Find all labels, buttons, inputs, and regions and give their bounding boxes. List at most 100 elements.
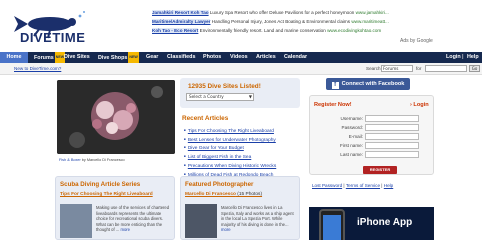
nav-home[interactable]: Home (0, 52, 28, 63)
search-for-label: for (416, 66, 422, 71)
facebook-icon: f (331, 82, 339, 89)
ad-description: Luxury Spa Resort who offer Deluxe Pavil… (208, 10, 355, 15)
nav-dive-shops[interactable]: Dive Shops NEW (98, 52, 139, 63)
featured-photographer-title: Featured Photographer (185, 181, 254, 188)
ad-description: Handling Personal Injury, Jones Act Boat… (210, 19, 351, 24)
login-link[interactable]: › Login (410, 102, 429, 108)
middle-column: 12935 Dive Sites Listed! Select a Countr… (180, 78, 300, 178)
nav-articles[interactable]: Articles (256, 52, 276, 63)
nav-dive-sites[interactable]: Dive Sites (64, 52, 90, 63)
username-row: Username: (310, 115, 435, 123)
featured-photographer-box: Featured Photographer Marcello Di France… (180, 176, 300, 240)
nav-videos[interactable]: Videos (230, 52, 248, 63)
photo-count: (15 Photos) (235, 192, 263, 197)
dive-sites-count-title: 12935 Dive Sites Listed! (188, 83, 261, 90)
ad-row[interactable]: Jamahkiri Resort Koh Tao Luxury Spa Reso… (152, 8, 432, 17)
photo-credit: by Marcello Di Francesco (80, 158, 125, 162)
nav-gear[interactable]: Gear (146, 52, 158, 63)
username-label: Username: (340, 116, 363, 121)
ad-url[interactable]: www.ecodivingkohtao.com (326, 28, 381, 33)
nav-label: Dive Shops (98, 55, 128, 61)
dive-sites-box: 12935 Dive Sites Listed! Select a Countr… (180, 78, 300, 108)
photographer-name-row: Marcello Di Francesco (15 Photos) (185, 192, 262, 197)
ad-url[interactable]: www.jamahkiri... (354, 10, 389, 15)
ad-title[interactable]: Jamahkiri Resort Koh Tao (152, 10, 209, 15)
iphone-app-label: iPhone App (357, 217, 413, 228)
email-field[interactable] (365, 133, 419, 140)
password-row: Password: (310, 124, 435, 132)
register-panel: Register Now! › Login Username: Password… (309, 95, 434, 175)
nav-separator: | (462, 54, 464, 60)
last-name-label: Last name: (340, 152, 363, 157)
lost-password-link[interactable]: Lost Password (312, 183, 342, 188)
ad-description: Environmentally friendly resort. Land an… (198, 28, 326, 33)
ad-row[interactable]: Koh Tao - Eco Resort Environmentally fri… (152, 26, 432, 35)
password-label: Password: (341, 125, 363, 130)
login-link-label: Login (413, 102, 429, 108)
ad-url[interactable]: www.maritimeatt... (350, 19, 389, 24)
featured-photo-panel: Fish & Boxer by Marcello Di Francesco (55, 78, 175, 170)
site-header: DIVETIME Jamahkiri Resort Koh Tao Luxury… (0, 0, 482, 52)
article-excerpt-text: Making use of the services of chartered … (96, 205, 170, 233)
article-link[interactable]: Best Lenses for Underwater Photography (184, 136, 276, 145)
ad-block: Jamahkiri Resort Koh Tao Luxury Spa Reso… (152, 8, 432, 35)
username-field[interactable] (365, 115, 419, 122)
account-links: Lost Password | Terms of Service | Help (312, 183, 393, 188)
nav-help[interactable]: Help (467, 52, 479, 63)
last-name-field[interactable] (365, 151, 419, 158)
iphone-app-banner[interactable]: iPhone App (309, 207, 434, 240)
new-badge: NEW (128, 52, 139, 63)
article-link[interactable]: List of Biggest Fish in the Sea (184, 153, 276, 162)
ad-title[interactable]: Koh Tao - Eco Resort (152, 28, 199, 33)
main-nav: Home Forums NEW Dive Sites Dive Shops NEW … (0, 52, 482, 63)
country-select-value: Select a Country (189, 94, 224, 99)
article-thumbnail[interactable] (60, 204, 92, 238)
search-label: Search (366, 66, 381, 71)
article-link[interactable]: Dive Gear for Your Budget (184, 144, 276, 153)
first-name-label: First name: (340, 143, 363, 148)
more-link[interactable]: more (221, 227, 231, 232)
email-label: E-mail: (348, 134, 363, 139)
photographer-avatar[interactable] (185, 204, 217, 238)
new-to-site-link[interactable]: New to DiveTime.com? (14, 66, 61, 71)
ads-by-google[interactable]: Ads by Google (400, 38, 433, 44)
search-input[interactable] (425, 65, 467, 72)
ad-title[interactable]: Maritime/Admiralty Lawyer (152, 19, 211, 24)
article-link[interactable]: Precautions When Diving Historic Wrecks (184, 162, 276, 171)
ad-row[interactable]: Maritime/Admiralty Lawyer Handling Perso… (152, 17, 432, 26)
email-row: E-mail: (310, 133, 435, 141)
recent-articles-list: Tips For Choosing The Right Liveaboard B… (184, 127, 276, 179)
nav-calendar[interactable]: Calendar (284, 52, 307, 63)
register-now-link[interactable]: Register Now! (314, 102, 352, 108)
article-series-box: Scuba Diving Article Series Tips For Cho… (55, 176, 175, 240)
nav-login[interactable]: Login (446, 52, 461, 63)
last-name-row: Last name: (310, 151, 435, 159)
nav-forums[interactable]: Forums NEW (34, 52, 66, 63)
first-name-row: First name: (310, 142, 435, 150)
nav-classifieds[interactable]: Classifieds (167, 52, 195, 63)
site-logo-text[interactable]: DIVETIME (20, 30, 85, 45)
nav-label: Forums (34, 55, 54, 61)
article-series-title: Scuba Diving Article Series (60, 181, 141, 188)
more-link[interactable]: more (120, 227, 130, 232)
recent-articles-title: Recent Articles (182, 115, 229, 122)
help-link[interactable]: Help (384, 183, 393, 188)
article-link[interactable]: Tips For Choosing The Right Liveaboard (184, 127, 276, 136)
article-excerpt: Making use of the services of chartered … (96, 205, 172, 233)
photo-title-link[interactable]: Fish & Boxer (59, 158, 81, 162)
terms-link[interactable]: Terms of Service (346, 183, 380, 188)
search-scope-select[interactable]: Forums (381, 65, 413, 72)
nav-photos[interactable]: Photos (203, 52, 221, 63)
iphone-screen (323, 215, 341, 240)
article-series-link[interactable]: Tips For Choosing The Right Liveaboard (60, 192, 153, 197)
sub-bar: New to DiveTime.com? Search Forums for G… (0, 63, 482, 75)
facebook-connect-button[interactable]: f Connect with Facebook (326, 78, 410, 90)
register-button[interactable]: REGISTER (363, 166, 397, 174)
photographer-name-link[interactable]: Marcello Di Francesco (185, 192, 236, 197)
first-name-field[interactable] (365, 142, 419, 149)
password-field[interactable] (365, 124, 419, 131)
featured-photo[interactable] (57, 80, 175, 154)
search-go-button[interactable]: Go (469, 65, 480, 72)
iphone-icon (319, 209, 345, 240)
country-select[interactable]: Select a Country ▼ (186, 93, 254, 101)
